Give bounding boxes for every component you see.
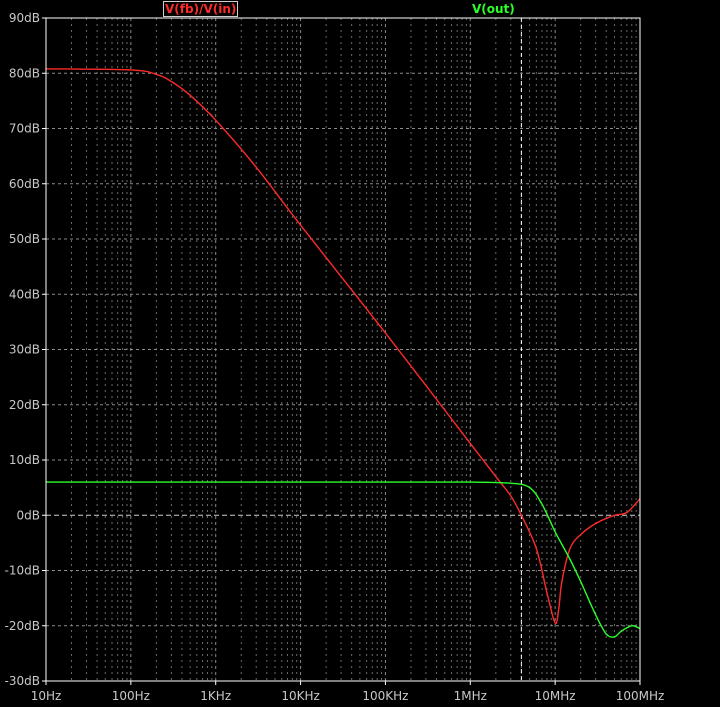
y-tick-label: -10dB (5, 564, 40, 578)
x-tick-label: 100Hz (112, 689, 150, 703)
y-tick-label: 60dB (9, 177, 40, 191)
y-tick-label: 0dB (17, 508, 40, 522)
x-tick-label: 100KHz (362, 689, 408, 703)
y-tick-label: -30dB (5, 674, 40, 688)
x-tick-label: 100MHz (616, 689, 665, 703)
x-tick-label: 10MHz (535, 689, 576, 703)
x-tick-label: 10Hz (31, 689, 62, 703)
y-tick-label: 80dB (9, 66, 40, 80)
y-tick-label: 10dB (9, 453, 40, 467)
y-tick-label: 30dB (9, 343, 40, 357)
y-tick-label: 90dB (9, 11, 40, 25)
y-tick-label: 40dB (9, 287, 40, 301)
y-tick-label: 70dB (9, 122, 40, 136)
x-tick-label: 1MHz (454, 689, 487, 703)
x-tick-label: 10KHz (281, 689, 319, 703)
y-tick-label: 20dB (9, 398, 40, 412)
x-tick-label: 1KHz (200, 689, 231, 703)
series-layer (45, 68, 641, 638)
bode-plot: 90dB 80dB 70dB 60dB 50dB 40dB 30dB 20dB 10dB 0dB -… (5, 11, 665, 703)
axis-labels: 90dB 80dB 70dB 60dB 50dB 40dB 30dB 20dB 10dB 0dB -… (5, 11, 665, 703)
grid-layer (46, 18, 640, 681)
y-tick-label: 50dB (9, 232, 40, 246)
y-tick-label: -20dB (5, 619, 40, 633)
